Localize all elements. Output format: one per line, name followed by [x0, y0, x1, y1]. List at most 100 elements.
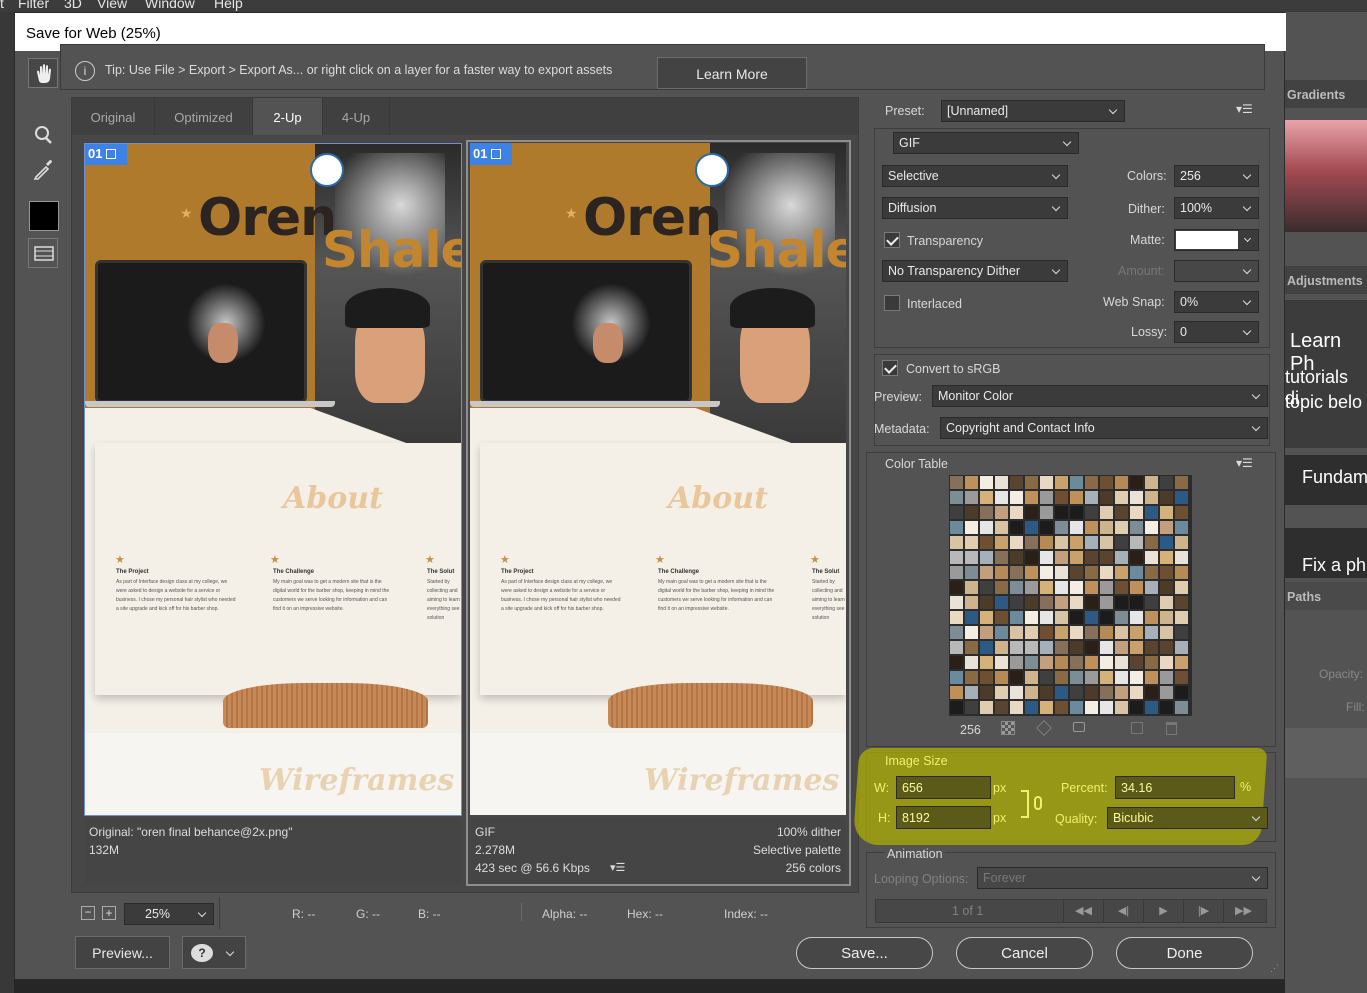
color-swatch[interactable] [965, 566, 978, 579]
format-select[interactable]: GIF [893, 132, 1079, 154]
color-swatch[interactable] [1025, 701, 1038, 714]
color-swatch[interactable] [1055, 656, 1068, 669]
color-swatch[interactable] [950, 551, 963, 564]
tab-2-up[interactable]: 2-Up [253, 98, 323, 135]
color-swatch[interactable] [1115, 521, 1128, 534]
dither-select[interactable]: 100% [1174, 197, 1259, 219]
color-swatch[interactable] [1100, 656, 1113, 669]
color-swatch[interactable] [1070, 611, 1083, 624]
color-swatch[interactable] [1130, 671, 1143, 684]
tab-original[interactable]: Original [72, 98, 155, 135]
color-swatch[interactable] [950, 626, 963, 639]
color-swatch[interactable] [1085, 506, 1098, 519]
color-swatch[interactable] [1175, 686, 1188, 699]
tab-4-up[interactable]: 4-Up [323, 98, 390, 135]
color-swatch[interactable] [1100, 641, 1113, 654]
color-swatch[interactable] [1025, 536, 1038, 549]
menu-help[interactable]: Help [214, 0, 243, 11]
color-swatch[interactable] [1055, 596, 1068, 609]
transparency-checkbox[interactable] [884, 232, 900, 248]
adjustments-tab[interactable]: Adjustments [1285, 266, 1367, 294]
color-swatch[interactable] [1145, 491, 1158, 504]
color-swatch[interactable] [1160, 581, 1173, 594]
color-swatch[interactable] [1040, 566, 1053, 579]
color-swatch[interactable] [950, 701, 963, 714]
color-swatch[interactable] [1085, 476, 1098, 489]
chain-link-icon[interactable] [1034, 796, 1042, 810]
gradient-preview[interactable] [1285, 120, 1367, 232]
color-swatch[interactable] [965, 551, 978, 564]
color-swatch[interactable] [1010, 626, 1023, 639]
width-input[interactable]: 656 [896, 776, 991, 799]
color-swatch[interactable] [1100, 536, 1113, 549]
color-swatch[interactable] [980, 686, 993, 699]
color-swatch[interactable] [1040, 581, 1053, 594]
color-swatch[interactable] [1070, 641, 1083, 654]
color-swatch[interactable] [1010, 506, 1023, 519]
color-swatch[interactable] [1100, 686, 1113, 699]
color-swatch[interactable] [980, 581, 993, 594]
color-swatch[interactable] [1115, 491, 1128, 504]
color-swatch[interactable] [1160, 551, 1173, 564]
percent-input[interactable]: 34.16 [1115, 776, 1235, 799]
color-swatch[interactable] [1040, 536, 1053, 549]
color-swatch[interactable] [1070, 491, 1083, 504]
color-swatch[interactable] [1145, 626, 1158, 639]
color-swatch[interactable] [1055, 566, 1068, 579]
color-swatch[interactable] [950, 566, 963, 579]
eyedropper-color-swatch[interactable] [29, 201, 59, 231]
color-swatch[interactable] [1070, 551, 1083, 564]
color-swatch[interactable] [980, 596, 993, 609]
color-swatch[interactable] [1160, 491, 1173, 504]
color-swatch[interactable] [965, 671, 978, 684]
color-swatch[interactable] [1025, 611, 1038, 624]
color-swatch[interactable] [1130, 686, 1143, 699]
color-swatch[interactable] [980, 536, 993, 549]
color-swatch[interactable] [1055, 506, 1068, 519]
hand-tool-icon[interactable] [28, 58, 58, 88]
color-swatch[interactable] [995, 506, 1008, 519]
color-swatch[interactable] [950, 491, 963, 504]
color-swatch[interactable] [1115, 536, 1128, 549]
color-swatch[interactable] [1085, 641, 1098, 654]
color-swatch[interactable] [995, 596, 1008, 609]
color-swatch[interactable] [1130, 491, 1143, 504]
zoom-out-button[interactable]: − [81, 906, 95, 920]
color-swatch[interactable] [1100, 611, 1113, 624]
resize-grip-icon[interactable]: ⋰ [1270, 963, 1279, 974]
browser-preview-button[interactable]: ? [182, 936, 246, 969]
color-swatch[interactable] [1070, 536, 1083, 549]
color-swatch[interactable] [1145, 671, 1158, 684]
menu-3d[interactable]: 3D [64, 0, 82, 11]
color-swatch[interactable] [1130, 596, 1143, 609]
color-swatch[interactable] [1085, 551, 1098, 564]
color-swatch[interactable] [1175, 671, 1188, 684]
color-swatch[interactable] [1145, 596, 1158, 609]
color-swatch[interactable] [1145, 701, 1158, 714]
web-shift-icon[interactable] [1001, 721, 1015, 735]
color-swatch[interactable] [1025, 566, 1038, 579]
color-swatch[interactable] [1115, 656, 1128, 669]
color-swatch[interactable] [1175, 566, 1188, 579]
color-swatch[interactable] [1145, 611, 1158, 624]
color-swatch[interactable] [950, 611, 963, 624]
color-swatch[interactable] [1085, 686, 1098, 699]
color-swatch[interactable] [1055, 536, 1068, 549]
color-swatch[interactable] [1010, 551, 1023, 564]
color-swatch[interactable] [1010, 701, 1023, 714]
color-swatch[interactable] [1115, 476, 1128, 489]
color-swatch[interactable] [950, 641, 963, 654]
paths-tab[interactable]: Paths [1285, 582, 1367, 610]
color-swatch[interactable] [1130, 521, 1143, 534]
color-swatch[interactable] [950, 521, 963, 534]
color-swatch[interactable] [1160, 536, 1173, 549]
color-swatch[interactable] [1145, 566, 1158, 579]
color-swatch[interactable] [1055, 476, 1068, 489]
color-swatch[interactable] [1115, 641, 1128, 654]
color-swatch[interactable] [965, 611, 978, 624]
color-swatch[interactable] [1025, 506, 1038, 519]
color-swatch[interactable] [1040, 641, 1053, 654]
color-swatch[interactable] [1055, 611, 1068, 624]
color-swatch[interactable] [995, 536, 1008, 549]
color-swatch[interactable] [1085, 626, 1098, 639]
